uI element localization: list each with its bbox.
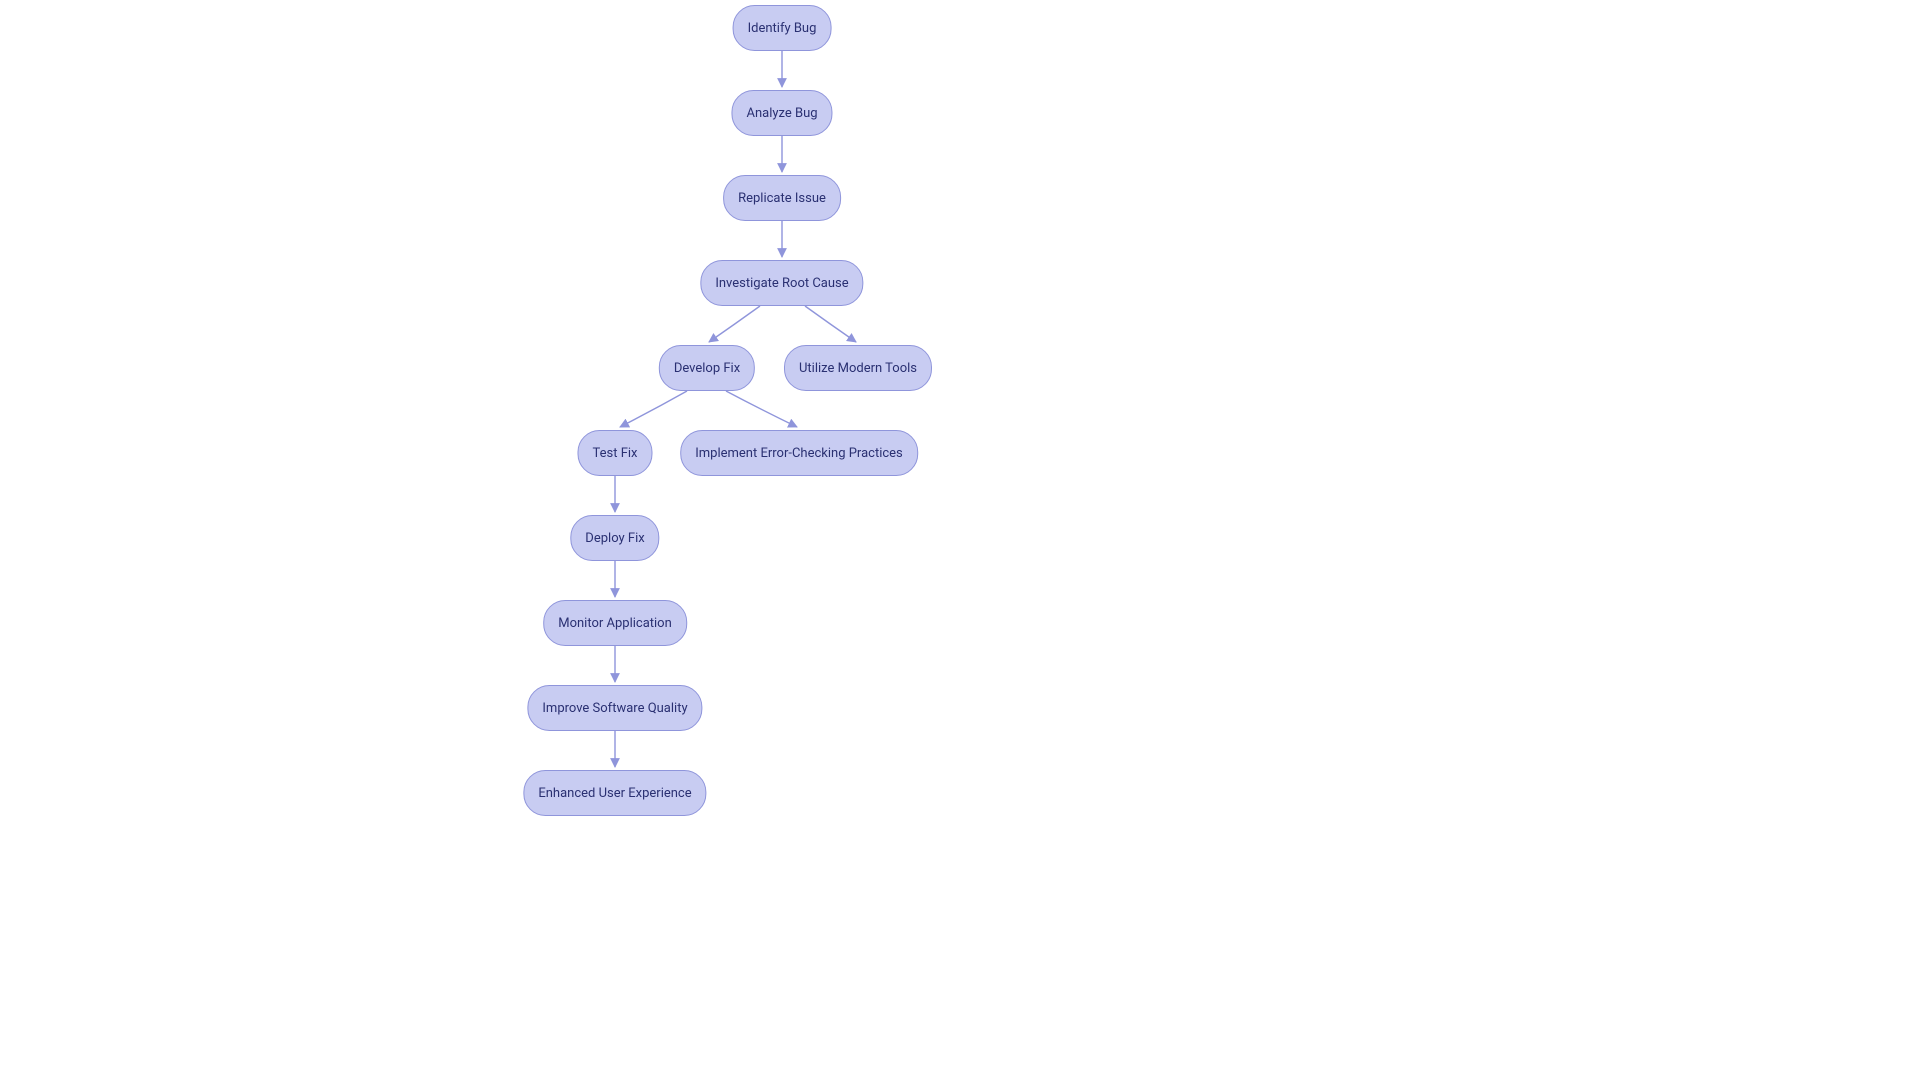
- node-deploy-fix[interactable]: Deploy Fix: [570, 515, 659, 561]
- node-identify-bug[interactable]: Identify Bug: [733, 5, 832, 51]
- node-develop-fix[interactable]: Develop Fix: [659, 345, 755, 391]
- flowchart-canvas: Identify Bug Analyze Bug Replicate Issue…: [0, 0, 1920, 1080]
- node-test-fix[interactable]: Test Fix: [577, 430, 652, 476]
- node-implement-error-checking[interactable]: Implement Error-Checking Practices: [680, 430, 918, 476]
- edge-n4-n5: [709, 306, 760, 342]
- edge-n5-n7: [620, 391, 687, 427]
- node-monitor-application[interactable]: Monitor Application: [543, 600, 687, 646]
- edge-n5-n8: [726, 391, 797, 427]
- node-replicate-issue[interactable]: Replicate Issue: [723, 175, 841, 221]
- node-improve-software-quality[interactable]: Improve Software Quality: [527, 685, 702, 731]
- node-analyze-bug[interactable]: Analyze Bug: [731, 90, 832, 136]
- node-investigate-root-cause[interactable]: Investigate Root Cause: [700, 260, 863, 306]
- edges-layer: [0, 0, 1920, 1080]
- node-utilize-modern-tools[interactable]: Utilize Modern Tools: [784, 345, 932, 391]
- node-enhanced-user-experience[interactable]: Enhanced User Experience: [523, 770, 706, 816]
- edge-n4-n6: [805, 306, 856, 342]
